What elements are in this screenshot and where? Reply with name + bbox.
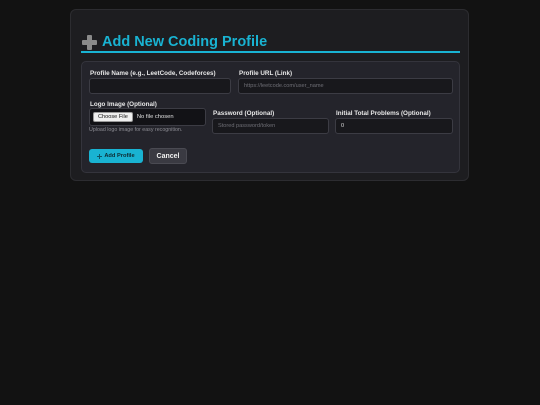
logo-image-label: Logo Image (Optional) [90,101,157,108]
password-input[interactable] [212,118,329,134]
file-status-text: No file chosen [136,114,174,120]
add-profile-label: Add Profile [104,153,135,159]
page-title: Add New Coding Profile [102,34,268,50]
profile-name-input[interactable] [89,78,231,94]
add-profile-card: Add New Coding Profile Profile Name (e.g… [70,9,469,181]
profile-name-label: Profile Name (e.g., LeetCode, Codeforces… [90,70,216,77]
logo-hint-text: Upload logo image for easy recognition. [89,127,183,133]
add-profile-button[interactable]: Add Profile [89,149,143,163]
title-divider [81,51,460,53]
password-label: Password (Optional) [213,110,275,117]
form-header: Add New Coding Profile [82,31,460,53]
cancel-button[interactable]: Cancel [149,148,187,164]
profile-form: Profile Name (e.g., LeetCode, Codeforces… [81,61,460,173]
profile-url-input[interactable] [238,78,453,94]
plus-icon [82,34,97,50]
initial-problems-label: Initial Total Problems (Optional) [336,110,431,117]
plus-icon [97,153,103,159]
profile-url-label: Profile URL (Link) [239,70,293,77]
logo-file-input[interactable]: Choose File No file chosen [89,108,206,126]
choose-file-button[interactable]: Choose File [93,112,133,122]
initial-problems-input[interactable] [335,118,453,134]
